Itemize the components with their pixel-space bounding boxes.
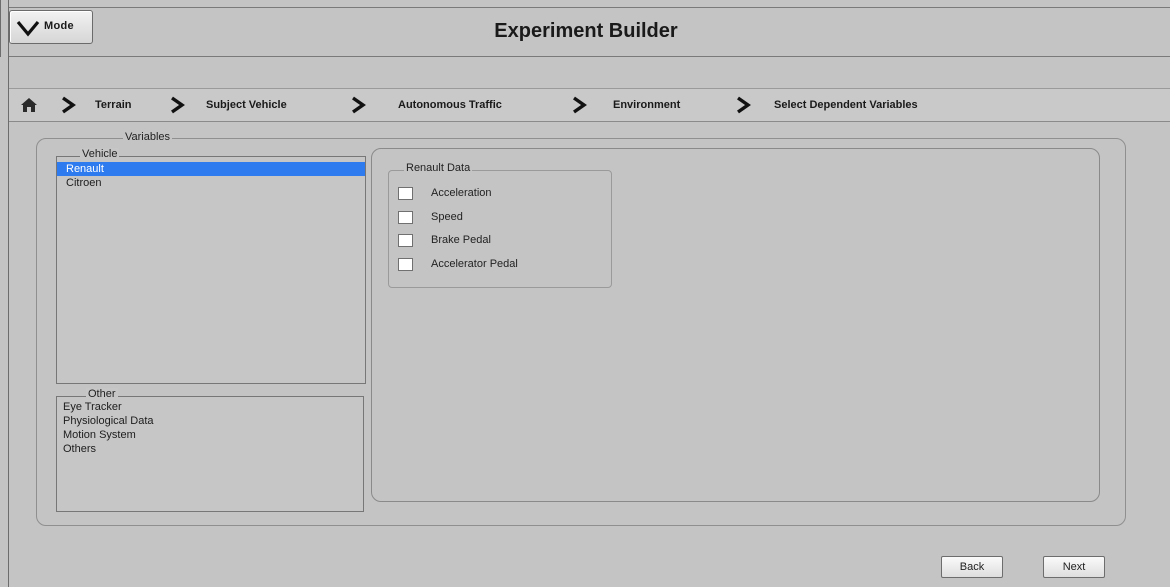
chevron-right-icon <box>62 96 76 114</box>
breadcrumb-item-select-dependent-variables[interactable]: Select Dependent Variables <box>774 89 918 121</box>
option-row[interactable]: Brake Pedal <box>398 231 491 249</box>
list-item-motion-system[interactable]: Motion System <box>57 428 363 442</box>
renault-data-legend: Renault Data <box>404 162 473 174</box>
brake-pedal-checkbox[interactable] <box>398 233 413 247</box>
renault-data-group: Acceleration Speed Brake Pedal Accelerat… <box>388 170 612 288</box>
list-item-eye-tracker[interactable]: Eye Tracker <box>57 400 363 414</box>
option-label: Accelerator Pedal <box>431 258 518 270</box>
option-label: Speed <box>431 211 463 223</box>
breadcrumb-item-terrain[interactable]: Terrain <box>95 89 131 121</box>
next-button[interactable]: Next <box>1043 556 1105 578</box>
toolbar-strip <box>8 57 1170 85</box>
list-item-renault[interactable]: Renault <box>57 162 365 176</box>
other-legend: Other <box>86 388 118 400</box>
breadcrumb-item-environment[interactable]: Environment <box>613 89 680 121</box>
option-row[interactable]: Speed <box>398 208 463 226</box>
acceleration-checkbox[interactable] <box>398 186 413 200</box>
page-title: Experiment Builder <box>494 20 678 42</box>
breadcrumb-item-autonomous-traffic[interactable]: Autonomous Traffic <box>398 89 502 121</box>
vehicle-legend: Vehicle <box>80 148 120 160</box>
experiment-builder-window: Mode Experiment Builder Terrain Subject … <box>0 0 1170 587</box>
vehicle-list[interactable]: Renault Citroen <box>56 156 366 384</box>
back-button[interactable]: Back <box>941 556 1003 578</box>
chevron-right-icon <box>171 96 185 114</box>
window-left-border <box>8 0 9 587</box>
other-list[interactable]: Eye Tracker Physiological Data Motion Sy… <box>56 396 364 512</box>
header: Mode Experiment Builder <box>0 0 1170 57</box>
chevron-right-icon <box>737 96 751 114</box>
list-item-others[interactable]: Others <box>57 442 363 456</box>
list-item-citroen[interactable]: Citroen <box>57 176 365 190</box>
speed-checkbox[interactable] <box>398 210 413 224</box>
option-label: Acceleration <box>431 187 492 199</box>
home-icon[interactable] <box>20 97 38 113</box>
variables-legend: Variables <box>123 131 173 143</box>
option-label: Brake Pedal <box>431 234 491 246</box>
chevron-right-icon <box>573 96 587 114</box>
list-item-physiological-data[interactable]: Physiological Data <box>57 414 363 428</box>
breadcrumb: Terrain Subject Vehicle Autonomous Traff… <box>8 88 1170 122</box>
header-top-border <box>9 7 1170 8</box>
option-row[interactable]: Acceleration <box>398 184 492 202</box>
accelerator-pedal-checkbox[interactable] <box>398 257 413 271</box>
option-row[interactable]: Accelerator Pedal <box>398 255 518 273</box>
breadcrumb-item-subject-vehicle[interactable]: Subject Vehicle <box>206 89 287 121</box>
chevron-right-icon <box>352 96 366 114</box>
